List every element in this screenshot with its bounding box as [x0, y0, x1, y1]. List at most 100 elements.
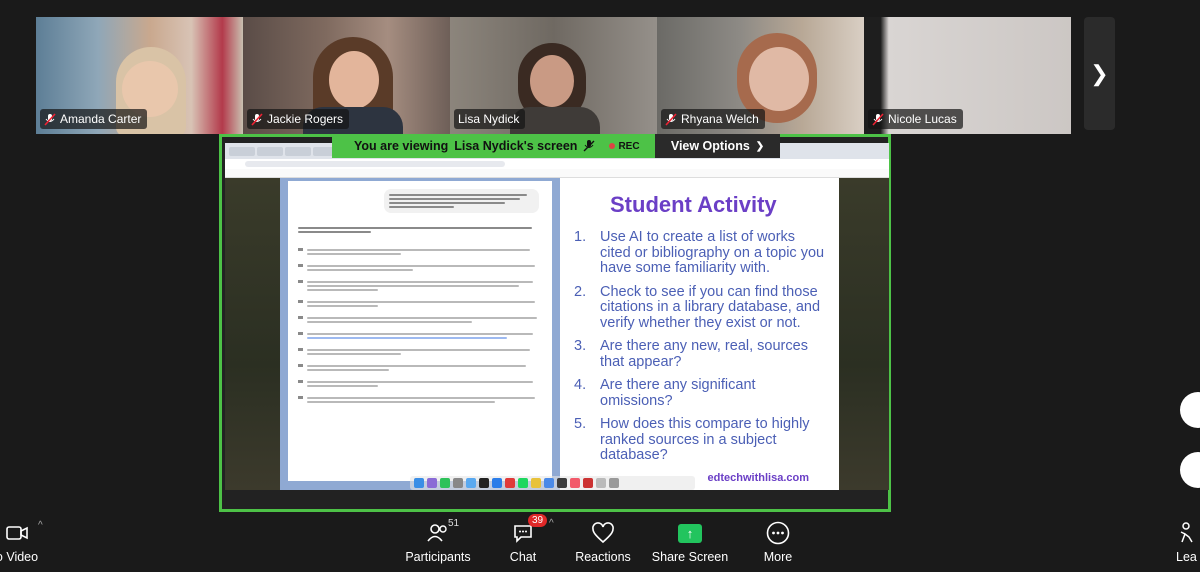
- spotify-icon: [518, 478, 528, 488]
- participant-tile[interactable]: Nicole Lucas: [864, 17, 1071, 134]
- slide-title: Student Activity: [610, 192, 777, 217]
- launchpad-icon: [427, 478, 437, 488]
- safari-icon: [466, 478, 476, 488]
- participant-tile[interactable]: Rhyana Welch: [657, 17, 864, 134]
- rec-label: REC: [618, 140, 640, 152]
- gallery-next-button[interactable]: ❯: [1084, 17, 1115, 130]
- activity-list: 1. Use AI to create a list of works cited…: [574, 229, 825, 464]
- meeting-toolbar: o Video ^ 51 Participants 39 Chat ^ Reac…: [0, 512, 1200, 572]
- chevron-right-icon: ❯: [1090, 60, 1109, 86]
- music-icon: [570, 478, 580, 488]
- activity-item: 4. Are there any significant omissions?: [574, 377, 825, 409]
- video-options-caret-icon[interactable]: ^: [38, 520, 43, 531]
- participant-name-chip: Rhyana Welch: [661, 109, 765, 129]
- share-screen-label: Share Screen: [651, 550, 729, 564]
- chat-options-caret-icon[interactable]: ^: [549, 518, 554, 529]
- item-text: Check to see if you can find those citat…: [600, 283, 821, 331]
- pdf-icon: [583, 478, 593, 488]
- finder-icon: [414, 478, 424, 488]
- mac-dock: [410, 476, 695, 490]
- side-floating-button[interactable]: [1180, 452, 1200, 488]
- ai-chat-document: [288, 181, 552, 481]
- browser-address-bar: [225, 159, 889, 169]
- terminal-icon: [479, 478, 489, 488]
- side-floating-button[interactable]: [1180, 392, 1200, 428]
- participant-name-chip: Nicole Lucas: [868, 109, 963, 129]
- shared-screen-content: Student Activity 1. Use AI to create a li…: [225, 143, 889, 490]
- settings-icon: [453, 478, 463, 488]
- app-icon: [557, 478, 567, 488]
- stop-video-button[interactable]: o Video: [0, 512, 42, 572]
- browser-tab: [229, 146, 255, 156]
- sharer-name: Lisa Nydick's screen: [454, 139, 578, 153]
- prompt-bubble: [384, 189, 539, 213]
- record-dot-icon: [609, 143, 616, 149]
- citation-list: [298, 247, 542, 405]
- participant-name: Amanda Carter: [60, 112, 142, 126]
- share-screen-button[interactable]: ↑ Share Screen: [650, 512, 730, 572]
- document-icon: [596, 478, 606, 488]
- video-camera-icon: [6, 526, 28, 540]
- messages-icon: [440, 478, 450, 488]
- more-button[interactable]: More: [757, 512, 799, 572]
- trash-icon: [609, 478, 619, 488]
- chevron-down-icon: ❯: [755, 140, 765, 152]
- participant-name: Jackie Rogers: [267, 112, 344, 126]
- leave-button[interactable]: Lea: [1176, 512, 1200, 572]
- activity-item: 2. Check to see if you can find those cit…: [574, 283, 825, 332]
- participant-tile-active-speaker[interactable]: Lisa Nydick: [450, 17, 657, 134]
- reactions-label: Reactions: [575, 550, 631, 564]
- participant-name: Nicole Lucas: [888, 112, 957, 126]
- chat-button[interactable]: 39 Chat: [500, 512, 548, 572]
- activity-item: 3. Are there any new, real, sources that …: [574, 338, 825, 370]
- leave-person-icon: [1180, 522, 1193, 543]
- item-number: 5.: [574, 416, 587, 432]
- muted-mic-icon: [665, 112, 677, 126]
- zoom-app-icon: [492, 478, 502, 488]
- acrobat-icon: [505, 478, 515, 488]
- desktop-background: Student Activity 1. Use AI to create a li…: [225, 178, 889, 490]
- more-options-icon: [766, 521, 790, 545]
- participant-tile[interactable]: Jackie Rogers: [243, 17, 450, 134]
- url-field: [245, 161, 505, 167]
- item-text: Use AI to create a list of works cited o…: [600, 229, 825, 276]
- view-options-button[interactable]: View Options ❯: [655, 134, 780, 158]
- participant-name-chip: Jackie Rogers: [247, 109, 350, 129]
- participant-gallery: Amanda Carter Jackie Rogers Lisa Nydick: [36, 17, 1071, 134]
- activity-item: 1. Use AI to create a list of works cited…: [574, 229, 825, 277]
- viewing-banner: You are viewing Lisa Nydick's screen REC: [332, 134, 655, 158]
- view-options-label: View Options: [670, 139, 750, 153]
- item-text: How does this compare to highly ranked s…: [600, 416, 810, 463]
- activity-item: 5. How does this compare to highly ranked…: [574, 416, 825, 464]
- reactions-button[interactable]: Reactions: [572, 512, 634, 572]
- chat-document-pane: [280, 178, 560, 490]
- muted-mic-icon: [872, 112, 884, 126]
- participants-button[interactable]: 51 Participants: [400, 512, 476, 572]
- item-number: 1.: [574, 229, 587, 245]
- share-screen-arrow-icon: ↑: [678, 523, 702, 543]
- participants-label: Participants: [405, 550, 471, 564]
- app-icon: [544, 478, 554, 488]
- chrome-icon: [531, 478, 541, 488]
- muted-mic-icon: [583, 140, 595, 152]
- more-label: More: [763, 550, 793, 564]
- participant-name: Lisa Nydick: [458, 112, 520, 126]
- item-number: 3.: [574, 338, 587, 354]
- participant-name: Rhyana Welch: [681, 112, 759, 126]
- participant-tile[interactable]: Amanda Carter: [36, 17, 243, 134]
- participants-icon: [427, 524, 447, 542]
- response-intro: [298, 227, 542, 233]
- video-label: o Video: [0, 550, 39, 564]
- participant-name-chip: Amanda Carter: [40, 109, 148, 129]
- participants-count: 51: [448, 518, 460, 529]
- browser-tab: [285, 146, 311, 156]
- item-number: 2.: [574, 283, 587, 300]
- browser-bookmarks-bar: [225, 169, 889, 178]
- recording-indicator: REC: [609, 140, 640, 152]
- item-text: Are there any significant omissions?: [600, 377, 756, 409]
- chat-label: Chat: [509, 550, 537, 564]
- participant-name-chip: Lisa Nydick: [454, 109, 526, 129]
- muted-mic-icon: [44, 112, 56, 126]
- viewing-prefix: You are viewing: [354, 139, 449, 153]
- chat-unread-badge: 39: [528, 514, 548, 527]
